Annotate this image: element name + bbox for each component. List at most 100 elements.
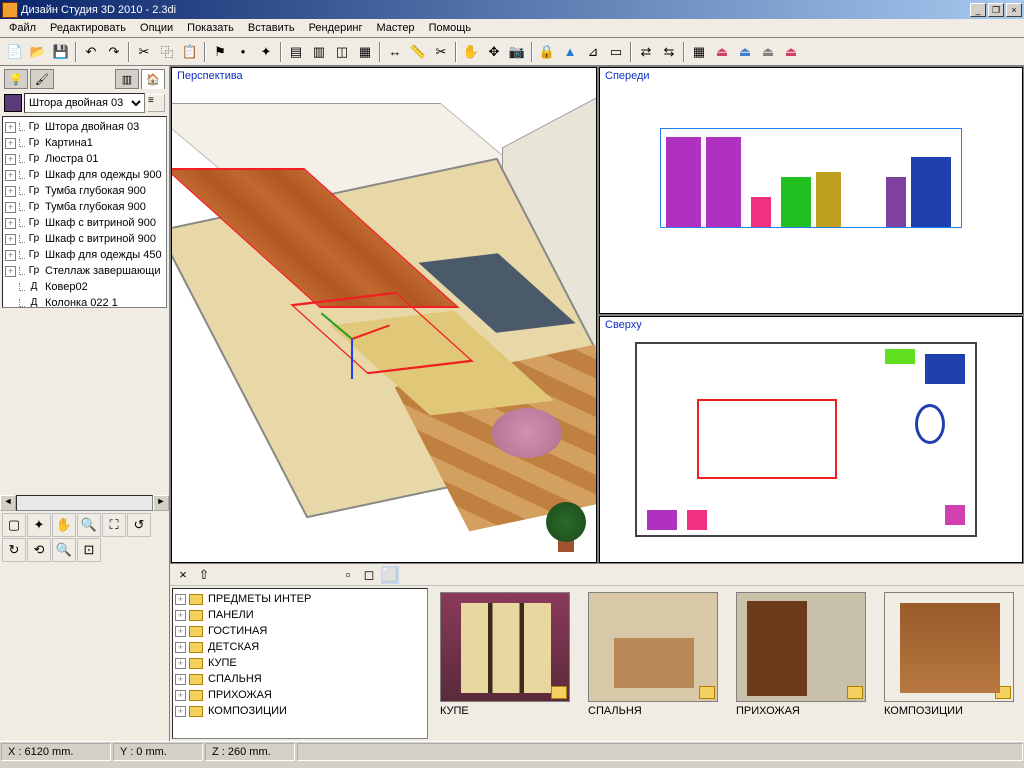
tree-item[interactable]: +ГрШкаф с витриной 900	[5, 231, 164, 247]
wand-icon[interactable]: ✦	[27, 513, 51, 537]
unlink-icon[interactable]: ⇆	[658, 41, 680, 63]
new-icon[interactable]: 📄	[4, 41, 26, 63]
menu-insert[interactable]: Вставить	[241, 20, 302, 36]
rot-right-icon[interactable]: ↻	[2, 538, 26, 562]
menu-edit[interactable]: Редактировать	[43, 20, 133, 36]
menu-master[interactable]: Мастер	[370, 20, 422, 36]
minimize-button[interactable]: _	[970, 3, 986, 17]
dropdown-list-icon[interactable]: ≡	[147, 94, 165, 112]
scene-tree[interactable]: +ГрШтора двойная 03+ГрКартина1+ГрЛюстра …	[2, 116, 167, 308]
zoomall-icon[interactable]: ⊡	[77, 538, 101, 562]
folder-icon	[699, 686, 715, 699]
ruler-icon[interactable]: 📏	[407, 41, 429, 63]
window-title: Дизайн Студия 3D 2010 - 2.3di	[21, 4, 176, 16]
move-icon[interactable]: ✥	[483, 41, 505, 63]
star-icon[interactable]: ✦	[255, 41, 277, 63]
thumb-kupe[interactable]: КУПЕ	[440, 592, 570, 717]
color-swatch[interactable]	[4, 94, 22, 112]
zoomwin-icon[interactable]: 🔍	[52, 538, 76, 562]
layout3-icon[interactable]: ◫	[331, 41, 353, 63]
restore-button[interactable]: ❐	[988, 3, 1004, 17]
thumb-prihozhaya[interactable]: ПРИХОЖАЯ	[736, 592, 866, 717]
menu-options[interactable]: Опции	[133, 20, 180, 36]
camera-icon[interactable]: 📷	[506, 41, 528, 63]
tree-item[interactable]: +ГрШкаф для одежды 900	[5, 167, 164, 183]
thumb-kompozicii[interactable]: КОМПОЗИЦИИ	[884, 592, 1014, 717]
menu-help[interactable]: Помощь	[422, 20, 479, 36]
paste-icon[interactable]: 📋	[179, 41, 201, 63]
main-toolbar: 📄 📂 💾 ↶ ↷ ✂ ⿻ 📋 ⚑ • ✦ ▤ ▥ ◫ ▦ ↔ 📏 ✂ ✋ ✥ …	[0, 38, 1024, 66]
snap2-icon[interactable]: ⏏	[734, 41, 756, 63]
book-icon[interactable]: ▭	[605, 41, 627, 63]
viewport-front[interactable]: Спереди	[599, 67, 1023, 314]
link-icon[interactable]: ⇄	[635, 41, 657, 63]
grid-icon[interactable]: ▦	[688, 41, 710, 63]
scroll-right-icon[interactable]: ►	[153, 495, 169, 511]
compass-icon[interactable]: ✂	[430, 41, 452, 63]
object-dropdown[interactable]: Штора двойная 03	[24, 93, 145, 113]
tab-paint-icon[interactable]: 🖌	[30, 69, 54, 89]
left-hscroll[interactable]: ◄ ►	[0, 495, 169, 511]
lib-tree-item[interactable]: +ПРИХОЖАЯ	[175, 687, 425, 703]
tab-scene-icon[interactable]: 🏠	[141, 69, 165, 89]
copy-icon[interactable]: ⿻	[156, 41, 178, 63]
lib-tree-item[interactable]: +ДЕТСКАЯ	[175, 639, 425, 655]
zoomfit-icon[interactable]: ⛶	[102, 513, 126, 537]
axis-icon[interactable]: ⊿	[582, 41, 604, 63]
lib-close-icon[interactable]: ×	[174, 566, 192, 584]
tab-light-icon[interactable]: 💡	[4, 69, 28, 89]
snap1-icon[interactable]: ⏏	[711, 41, 733, 63]
rotate3d-icon[interactable]: ⟲	[27, 538, 51, 562]
lib-tree-item[interactable]: +ПРЕДМЕТЫ ИНТЕР	[175, 591, 425, 607]
lib-tree-item[interactable]: +ПАНЕЛИ	[175, 607, 425, 623]
rot-left-icon[interactable]: ↺	[127, 513, 151, 537]
tree-item[interactable]: +ГрТумба глубокая 900	[5, 199, 164, 215]
hand-icon[interactable]: ✋	[460, 41, 482, 63]
dim-icon[interactable]: ↔	[384, 41, 406, 63]
library-tree[interactable]: +ПРЕДМЕТЫ ИНТЕР+ПАНЕЛИ+ГОСТИНАЯ+ДЕТСКАЯ+…	[172, 588, 428, 739]
menu-render[interactable]: Рендеринг	[302, 20, 370, 36]
snap3-icon[interactable]: ⏏	[757, 41, 779, 63]
tree-item[interactable]: ДКолонка 022 1	[5, 295, 164, 308]
lib-view3-icon[interactable]: ⬜	[381, 566, 399, 584]
snap4-icon[interactable]: ⏏	[780, 41, 802, 63]
undo-icon[interactable]: ↶	[80, 41, 102, 63]
tree-item[interactable]: +ГрКартина1	[5, 135, 164, 151]
tree-item[interactable]: +ГрТумба глубокая 900	[5, 183, 164, 199]
tree-item[interactable]: +ГрСтеллаж завершающи	[5, 263, 164, 279]
lib-tree-item[interactable]: +СПАЛЬНЯ	[175, 671, 425, 687]
zoom-icon[interactable]: 🔍	[77, 513, 101, 537]
select-icon[interactable]: ▢	[2, 513, 26, 537]
redo-icon[interactable]: ↷	[103, 41, 125, 63]
pan-icon[interactable]: ✋	[52, 513, 76, 537]
viewport-top[interactable]: Сверху	[599, 316, 1023, 563]
flag-icon[interactable]: ⚑	[209, 41, 231, 63]
tree-item[interactable]: +ГрЛюстра 01	[5, 151, 164, 167]
lib-view2-icon[interactable]: ◻	[360, 566, 378, 584]
lib-view1-icon[interactable]: ▫	[339, 566, 357, 584]
thumb-spalnya[interactable]: СПАЛЬНЯ	[588, 592, 718, 717]
tab-walls-icon[interactable]: ▥	[115, 69, 139, 89]
close-button[interactable]: ×	[1006, 3, 1022, 17]
tree-item[interactable]: +ГрШкаф с витриной 900	[5, 215, 164, 231]
layout2-icon[interactable]: ▥	[308, 41, 330, 63]
menu-file[interactable]: Файл	[2, 20, 43, 36]
tree-item[interactable]: +ГрШкаф для одежды 450	[5, 247, 164, 263]
point-icon[interactable]: •	[232, 41, 254, 63]
save-icon[interactable]: 💾	[50, 41, 72, 63]
viewport-perspective[interactable]: Перспектива	[171, 67, 597, 563]
lib-up-icon[interactable]: ⇧	[195, 566, 213, 584]
layout4-icon[interactable]: ▦	[354, 41, 376, 63]
open-icon[interactable]: 📂	[27, 41, 49, 63]
cut-icon[interactable]: ✂	[133, 41, 155, 63]
lock-icon[interactable]: 🔒	[536, 41, 558, 63]
lib-tree-item[interactable]: +ГОСТИНАЯ	[175, 623, 425, 639]
drop-icon[interactable]: ▲	[559, 41, 581, 63]
lib-tree-item[interactable]: +КУПЕ	[175, 655, 425, 671]
tree-item[interactable]: ДКовер02	[5, 279, 164, 295]
menu-show[interactable]: Показать	[180, 20, 241, 36]
layout1-icon[interactable]: ▤	[285, 41, 307, 63]
lib-tree-item[interactable]: +КОМПОЗИЦИИ	[175, 703, 425, 719]
tree-item[interactable]: +ГрШтора двойная 03	[5, 119, 164, 135]
scroll-left-icon[interactable]: ◄	[0, 495, 16, 511]
